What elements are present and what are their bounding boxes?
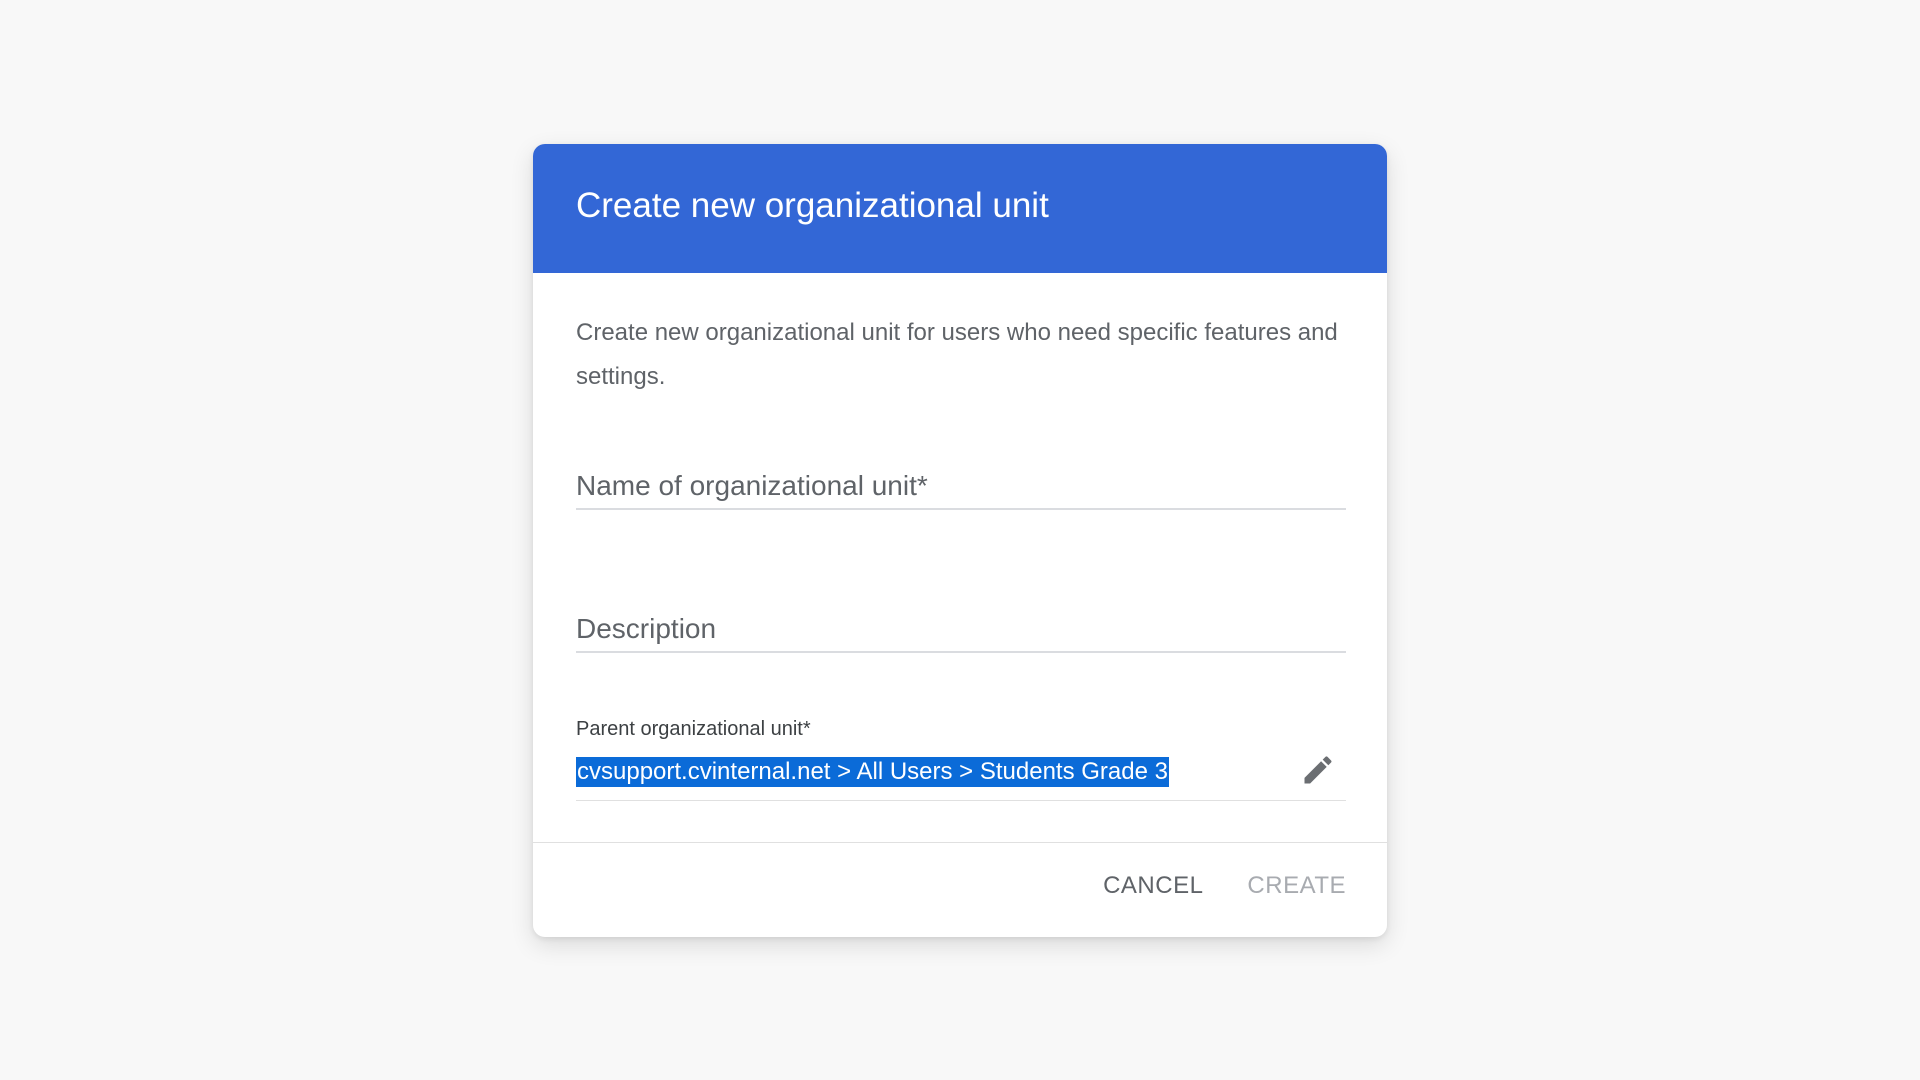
create-ou-dialog: Create new organizational unit Create ne…	[533, 144, 1387, 937]
footer-divider	[533, 842, 1387, 843]
dialog-actions: CANCEL CREATE	[1103, 872, 1346, 900]
parent-ou-row: cvsupport.cvinternal.net > All Users > S…	[576, 756, 1346, 801]
create-button[interactable]: CREATE	[1247, 872, 1346, 900]
dialog-intro-text: Create new organizational unit for users…	[576, 319, 1338, 390]
parent-ou-label: Parent organizational unit*	[576, 718, 811, 740]
ou-name-input[interactable]	[576, 470, 1346, 508]
pencil-icon[interactable]	[1298, 750, 1338, 790]
cancel-button[interactable]: CANCEL	[1103, 872, 1203, 900]
dialog-header: Create new organizational unit	[533, 144, 1387, 273]
dialog-title: Create new organizational unit	[576, 185, 1049, 225]
ou-name-field	[576, 470, 1346, 510]
ou-description-field	[576, 613, 1346, 653]
ou-description-input[interactable]	[576, 613, 1346, 651]
parent-ou-value[interactable]: cvsupport.cvinternal.net > All Users > S…	[576, 757, 1169, 787]
